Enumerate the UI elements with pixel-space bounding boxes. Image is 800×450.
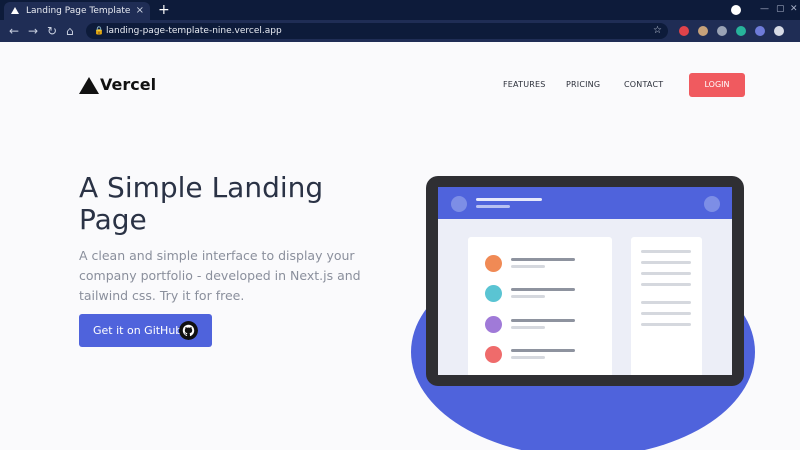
- logo-text: Vercel: [100, 75, 157, 94]
- extension-icon[interactable]: [698, 26, 708, 36]
- home-button[interactable]: ⌂: [66, 20, 74, 42]
- maximize-button[interactable]: ▢: [776, 0, 785, 18]
- landing-page: Vercel FEATURES PRICING CONTACT LOGIN A …: [0, 42, 800, 450]
- hero-title: A Simple Landing Page: [79, 171, 324, 236]
- mock-title-line: [476, 198, 542, 201]
- extension-icon[interactable]: [679, 26, 689, 36]
- url-text[interactable]: landing-page-template-nine.vercel.app: [106, 23, 282, 39]
- new-tab-button[interactable]: +: [158, 0, 170, 20]
- profile-icon[interactable]: [731, 5, 741, 15]
- mock-side-line: [641, 250, 691, 253]
- login-button[interactable]: LOGIN: [689, 73, 745, 97]
- mock-row-line: [511, 258, 575, 261]
- mock-avatar-icon: [451, 196, 467, 212]
- bookmark-star-icon[interactable]: ☆: [653, 23, 662, 39]
- mock-row-line: [511, 326, 545, 329]
- extension-icon[interactable]: [755, 26, 765, 36]
- mock-row-line: [511, 288, 575, 291]
- mock-row-dot: [485, 346, 502, 363]
- mock-list-card: [468, 237, 612, 375]
- mock-side-card: [631, 237, 702, 375]
- browser-toolbar: ← → ↻ ⌂ 🔒 landing-page-template-nine.ver…: [0, 20, 800, 42]
- hero-subtitle: A clean and simple interface to display …: [79, 248, 361, 303]
- nav-pricing-link[interactable]: PRICING: [566, 80, 600, 89]
- mock-side-line: [641, 301, 691, 304]
- forward-button[interactable]: →: [28, 20, 38, 42]
- vercel-favicon-icon: [11, 7, 19, 14]
- mock-row-line: [511, 356, 545, 359]
- mock-row-dot: [485, 316, 502, 333]
- tablet-illustration: [426, 176, 744, 386]
- minimize-button[interactable]: —: [760, 0, 769, 18]
- mock-side-line: [641, 323, 691, 326]
- mock-side-line: [641, 272, 691, 275]
- mock-row-line: [511, 319, 575, 322]
- browser-tab[interactable]: Landing Page Template ×: [4, 2, 150, 20]
- mock-side-line: [641, 261, 691, 264]
- mock-row-dot: [485, 285, 502, 302]
- mock-menu-icon: [704, 196, 720, 212]
- tab-title: Landing Page Template: [26, 6, 131, 16]
- mock-subtitle-line: [476, 205, 510, 208]
- address-bar[interactable]: 🔒 landing-page-template-nine.vercel.app …: [86, 23, 668, 39]
- tablet-screen: [438, 187, 732, 375]
- tab-close-icon[interactable]: ×: [136, 2, 144, 20]
- extension-icon[interactable]: [717, 26, 727, 36]
- back-button[interactable]: ←: [9, 20, 19, 42]
- mock-side-line: [641, 283, 691, 286]
- github-icon: [179, 321, 198, 340]
- nav-features-link[interactable]: FEATURES: [503, 80, 546, 89]
- close-window-button[interactable]: ✕: [790, 0, 798, 18]
- mock-header: [438, 187, 732, 219]
- mock-row-line: [511, 295, 545, 298]
- github-cta-button[interactable]: Get it on GitHub: [79, 314, 212, 347]
- vercel-triangle-icon: [79, 77, 99, 94]
- cta-label: Get it on GitHub: [93, 324, 183, 337]
- extension-icon[interactable]: [736, 26, 746, 36]
- mock-row-line: [511, 265, 545, 268]
- reload-button[interactable]: ↻: [47, 20, 57, 42]
- nav-contact-link[interactable]: CONTACT: [624, 80, 663, 89]
- mock-side-line: [641, 312, 691, 315]
- mock-row-line: [511, 349, 575, 352]
- extensions-puzzle-icon[interactable]: [774, 26, 784, 36]
- mock-row-dot: [485, 255, 502, 272]
- browser-tab-bar: Landing Page Template × + — ▢ ✕: [0, 0, 800, 20]
- lock-icon: 🔒: [94, 26, 104, 35]
